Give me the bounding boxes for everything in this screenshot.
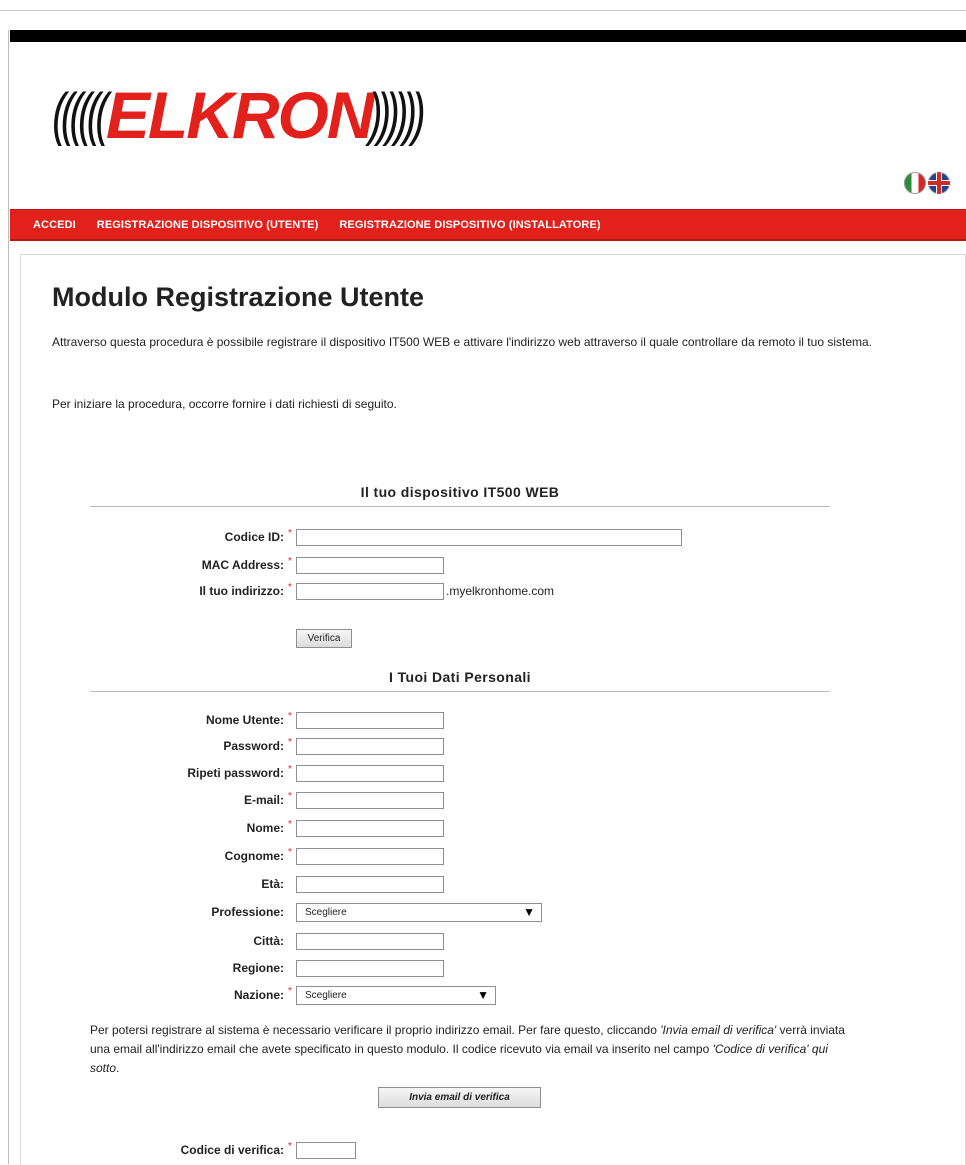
required-marker: *	[288, 737, 292, 748]
personal-section-heading: I Tuoi Dati Personali	[90, 669, 830, 692]
codice-id-label: Codice ID:	[224, 530, 284, 544]
required-marker: *	[288, 791, 292, 802]
italy-flag-icon[interactable]	[904, 172, 926, 194]
citta-label: Città:	[253, 934, 284, 948]
email-input[interactable]	[296, 791, 444, 809]
nazione-select[interactable]: Scegliere ▼	[296, 985, 496, 1005]
regione-row: Regione:	[90, 957, 444, 979]
professione-select[interactable]: Scegliere ▼	[296, 902, 542, 922]
nav-item-accedi[interactable]: ACCEDI	[33, 219, 76, 231]
required-marker: *	[288, 711, 292, 722]
email-verification-note: Per potersi registrare al sistema è nece…	[90, 1023, 845, 1075]
required-marker: *	[288, 847, 292, 858]
regione-input[interactable]	[296, 959, 444, 977]
browser-top-edge	[0, 0, 966, 11]
dropdown-arrow-icon: ▼	[523, 905, 535, 919]
main-nav: ACCEDI REGISTRAZIONE DISPOSITIVO (UTENTE…	[10, 209, 966, 241]
codice-id-row: Codice ID: *	[90, 526, 682, 548]
mac-address-input[interactable]	[296, 556, 444, 574]
ripeti-password-row: Ripeti password: *	[90, 762, 444, 784]
nome-utente-row: Nome Utente: *	[90, 709, 444, 731]
regione-label: Regione:	[232, 961, 284, 975]
cognome-row: Cognome: *	[90, 845, 444, 867]
domain-suffix: .myelkronhome.com	[446, 584, 555, 598]
ripeti-password-input[interactable]	[296, 764, 444, 782]
intro-text: Attraverso questa procedura è possibile …	[52, 335, 873, 349]
professione-row: Professione: Scegliere ▼	[90, 901, 542, 923]
required-marker: *	[288, 819, 292, 830]
required-marker: *	[288, 556, 292, 567]
ripeti-password-label: Ripeti password:	[187, 766, 284, 780]
password-row: Password: *	[90, 735, 444, 757]
professione-selected-value: Scegliere	[305, 906, 347, 918]
professione-label: Professione:	[211, 905, 284, 919]
email-row: E-mail: *	[90, 789, 444, 811]
device-section-heading: Il tuo dispositivo IT500 WEB	[90, 484, 830, 507]
required-marker: *	[288, 1141, 292, 1152]
indirizzo-row: Il tuo indirizzo: * .myelkronhome.com	[90, 580, 554, 602]
dropdown-arrow-icon: ▼	[477, 988, 489, 1002]
nome-input[interactable]	[296, 819, 444, 837]
mac-address-label: MAC Address:	[201, 558, 284, 572]
required-marker: *	[288, 986, 292, 997]
required-marker: *	[288, 764, 292, 775]
cognome-input[interactable]	[296, 847, 444, 865]
citta-row: Città:	[90, 930, 444, 952]
nazione-row: Nazione: * Scegliere ▼	[90, 984, 496, 1006]
header-top-bar	[10, 30, 966, 42]
language-selector	[904, 172, 950, 194]
logo-wordmark: ELKRON	[105, 78, 375, 152]
required-marker: *	[288, 582, 292, 593]
password-label: Password:	[223, 739, 284, 753]
mac-address-row: MAC Address: *	[90, 554, 444, 576]
send-verification-email-button[interactable]: Invia email di verifica	[378, 1087, 541, 1108]
email-label: E-mail:	[243, 793, 284, 807]
eta-input[interactable]	[296, 875, 444, 893]
elkron-logo[interactable]: (((((( ELKRON ))))))	[30, 80, 442, 150]
uk-flag-icon[interactable]	[928, 172, 950, 194]
citta-input[interactable]	[296, 932, 444, 950]
codice-id-input[interactable]	[296, 528, 682, 546]
nazione-selected-value: Scegliere	[305, 989, 347, 1001]
page-title: Modulo Registrazione Utente	[52, 282, 425, 312]
nome-label: Nome:	[246, 821, 284, 835]
verifica-button[interactable]: Verifica	[296, 629, 352, 648]
required-marker: *	[288, 528, 292, 539]
codice-verifica-input[interactable]	[296, 1141, 356, 1159]
password-input[interactable]	[296, 737, 444, 755]
nazione-label: Nazione:	[233, 988, 284, 1002]
note-emphasis-send: 'Invia email di verifica'	[660, 1023, 777, 1037]
indirizzo-label: Il tuo indirizzo:	[199, 584, 284, 598]
nome-utente-input[interactable]	[296, 711, 444, 729]
nav-item-registrazione-utente[interactable]: REGISTRAZIONE DISPOSITIVO (UTENTE)	[97, 219, 319, 231]
indirizzo-input[interactable]	[296, 582, 444, 600]
nome-utente-label: Nome Utente:	[205, 713, 284, 727]
nav-item-registrazione-installatore[interactable]: REGISTRAZIONE DISPOSITIVO (INSTALLATORE)	[339, 219, 600, 231]
eta-row: Età:	[90, 873, 444, 895]
intro-instruction: Per iniziare la procedura, occorre forni…	[52, 397, 397, 411]
logo-right-slashes: ))))))	[368, 82, 426, 147]
cognome-label: Cognome:	[224, 849, 284, 863]
nome-row: Nome: *	[90, 817, 444, 839]
codice-verifica-row: Codice di verifica: *	[90, 1139, 356, 1161]
eta-label: Età:	[261, 877, 284, 891]
logo-left-slashes: ((((((	[52, 82, 109, 147]
codice-verifica-label: Codice di verifica:	[180, 1143, 284, 1157]
